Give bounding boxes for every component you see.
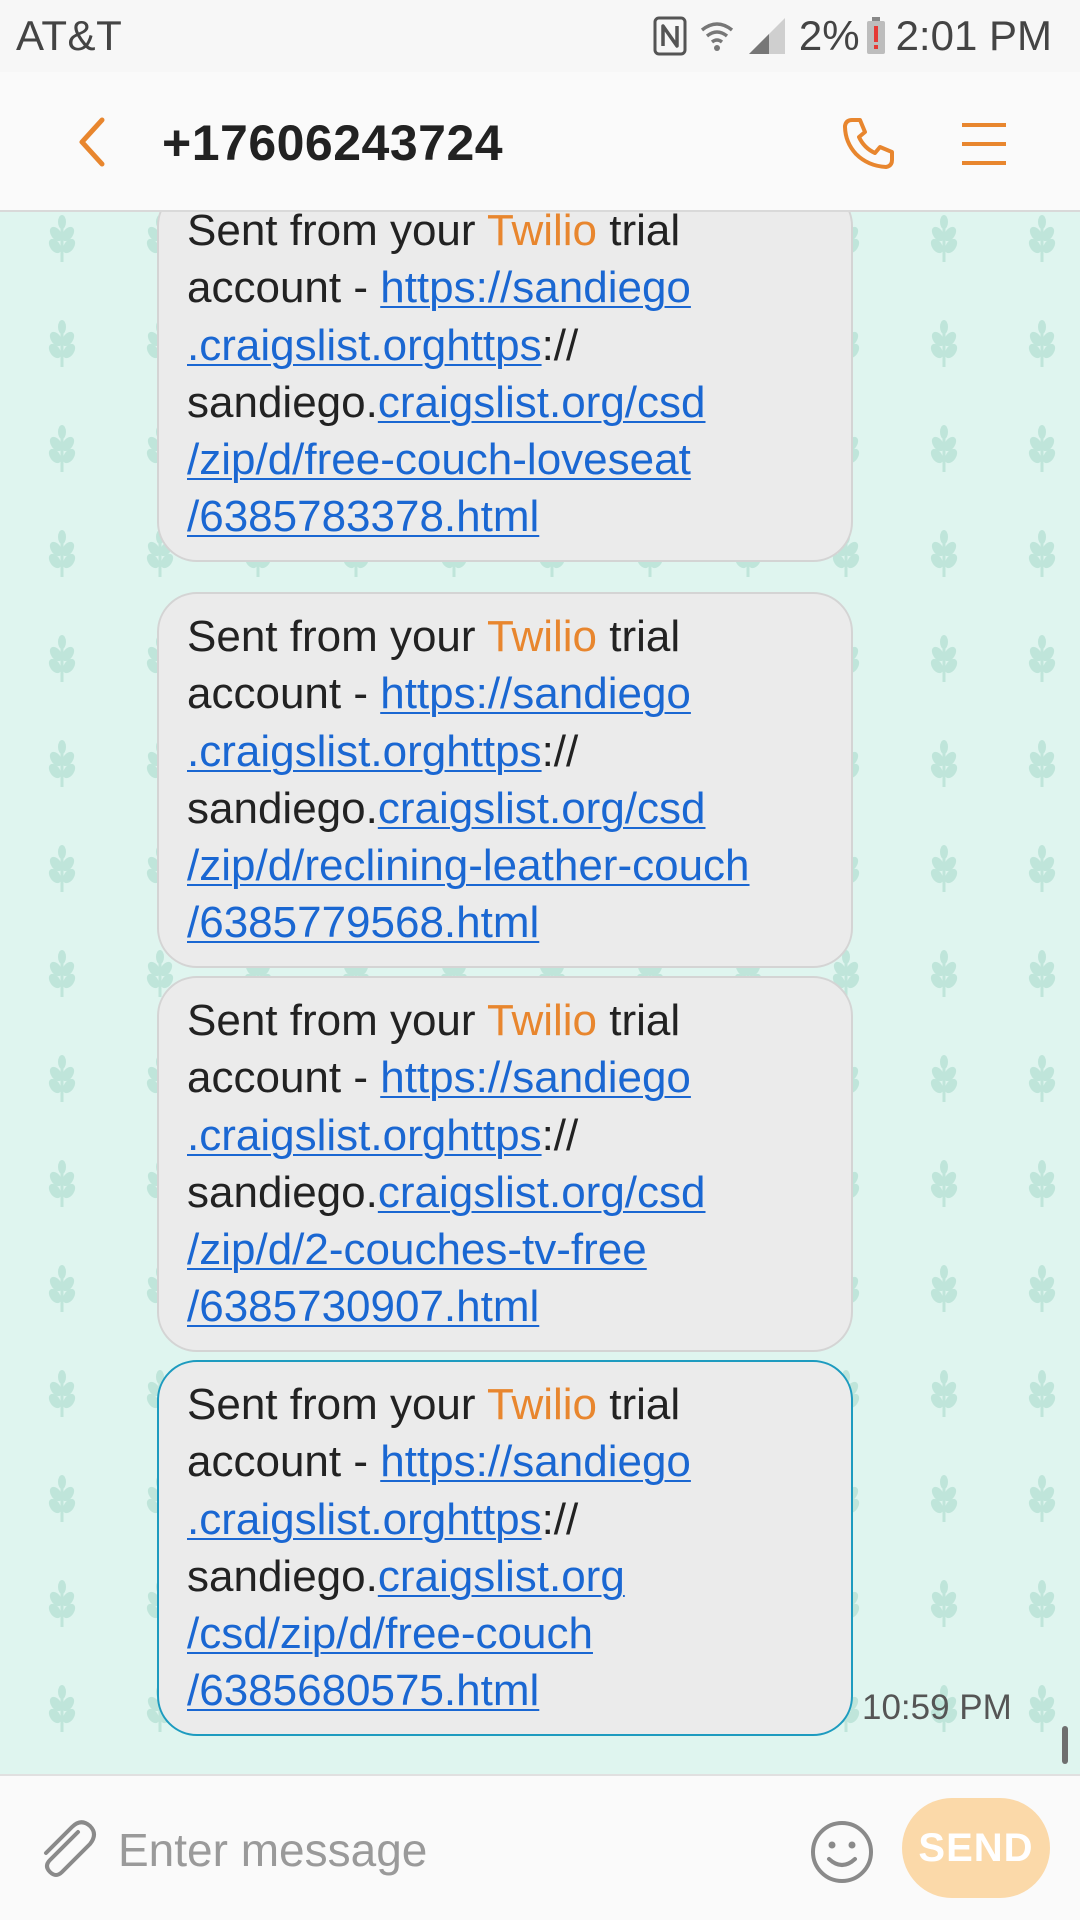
message-link[interactable]: .craigslist.orghttps [187,1111,542,1160]
twilio-brand: Twilio [487,1380,598,1429]
twilio-brand: Twilio [487,996,598,1045]
message-text-line: /6385730907.html [187,1278,825,1335]
message-text-line: Sent from your Twilio trial [187,212,825,259]
battery-low-icon [866,17,886,55]
message-text-line: .craigslist.orghttps:// [187,1494,579,1544]
nfc-icon [653,16,687,56]
message-text-line: /6385783378.html [187,488,825,545]
message-text-line: account - https://sandiego [187,1437,691,1487]
send-button[interactable]: SEND [902,1798,1050,1898]
message-link[interactable]: /6385779568.html [187,898,539,947]
message-link[interactable]: .craigslist.orghttps [187,321,542,370]
message-text-line: /6385680575.html [187,1662,825,1719]
paperclip-icon [44,1820,96,1877]
message-link[interactable]: https://sandiego [380,669,691,718]
message-link[interactable]: /zip/d/2-couches-tv-free [187,1225,647,1274]
message-text-line: sandiego.craigslist.org [187,1551,625,1601]
message-text-line: account - https://sandiego [187,669,691,719]
message-text-line: account - https://sandiego [187,1053,691,1103]
message-link[interactable]: /6385783378.html [187,492,539,541]
message-text-line: Sent from your Twilio trial [187,612,681,661]
message-link[interactable]: /csd/zip/d/free-couch [187,1609,593,1658]
emoji-button[interactable] [806,1816,878,1888]
message-text-line: /csd/zip/d/free-couch [187,1605,825,1662]
message-text-line: .craigslist.orghttps:// [187,320,579,370]
contact-title: +17606243724 [162,115,504,171]
message-link[interactable]: craigslist.org/csd [378,1168,706,1217]
conversation-header: +17606243724 [0,72,1080,212]
message-bubble[interactable]: Sent from your Twilio trial account - ht… [157,592,853,968]
call-button[interactable] [836,112,900,176]
phone-icon [843,118,894,169]
wifi-icon [699,18,735,54]
menu-button[interactable] [954,112,1014,176]
message-bubble[interactable]: Sent from your Twilio trial account - ht… [157,976,853,1352]
message-text-line: /zip/d/reclining-leather-couch [187,837,825,894]
message-text-line: sandiego.craigslist.org/csd [187,1167,706,1217]
chevron-left-icon [79,117,105,167]
back-button[interactable] [62,112,122,172]
message-link[interactable]: /zip/d/reclining-leather-couch [187,841,750,890]
message-text-line: /6385779568.html [187,894,825,951]
signal-icon [747,16,787,56]
twilio-brand: Twilio [487,212,598,255]
message-bubble-selected[interactable]: Sent from your Twilio trial account - ht… [157,1360,853,1736]
message-link[interactable]: .craigslist.orghttps [187,727,542,776]
message-input[interactable] [118,1812,778,1888]
attach-button[interactable] [30,1814,102,1886]
status-icons: 2% 2:01 PM [653,10,1052,62]
status-bar: AT&T 2% 2:01 PM [0,0,1080,72]
scrollbar[interactable] [1062,1726,1068,1764]
message-link[interactable]: .craigslist.orghttps [187,1495,542,1544]
message-link[interactable]: /zip/d/free-couch-loveseat [187,435,691,484]
message-text-line: /zip/d/2-couches-tv-free [187,1221,825,1278]
message-timestamp: 10:59 PM [862,1688,1012,1727]
message-link[interactable]: https://sandiego [380,263,691,312]
message-link[interactable]: craigslist.org/csd [378,784,706,833]
message-text-line: .craigslist.orghttps:// [187,1110,579,1160]
message-text-line: account - https://sandiego [187,263,691,313]
message-link[interactable]: https://sandiego [380,1437,691,1486]
message-text-line: /zip/d/free-couch-loveseat [187,431,825,488]
message-link[interactable]: craigslist.org [378,1552,625,1601]
message-text-line: .craigslist.orghttps:// [187,726,579,776]
message-link[interactable]: craigslist.org/csd [378,378,706,427]
message-link[interactable]: /6385680575.html [187,1666,539,1715]
message-list: Sent from your Twilio trial account - ht… [0,212,1080,1774]
message-text-line: sandiego.craigslist.org/csd [187,377,706,427]
battery-percent: 2% [798,12,860,59]
clock: 2:01 PM [895,12,1052,59]
message-text-line: Sent from your Twilio trial [187,996,681,1045]
message-bubble[interactable]: Sent from your Twilio trial account - ht… [157,212,853,562]
message-text-line: sandiego.craigslist.org/csd [187,783,706,833]
message-link[interactable]: /6385730907.html [187,1282,539,1331]
message-link[interactable]: https://sandiego [380,1053,691,1102]
compose-bar: SEND [0,1774,1080,1920]
twilio-brand: Twilio [487,612,598,661]
emoji-icon [811,1821,873,1883]
message-text-line: Sent from your Twilio trial [187,1380,681,1429]
menu-icon [962,123,1006,165]
message-thread[interactable]: Sent from your Twilio trial account - ht… [0,212,1080,1774]
carrier-label: AT&T [16,12,123,59]
